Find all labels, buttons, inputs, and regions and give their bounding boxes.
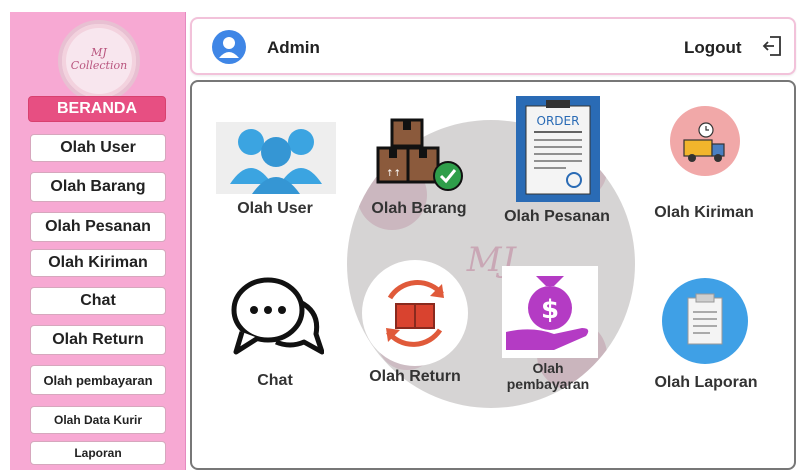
sidebar-item-olah-pesanan[interactable]: Olah Pesanan [30,212,166,242]
sidebar-item-olah-pembayaran[interactable]: Olah pembayaran [30,365,166,395]
report-clipboard-icon [662,278,748,364]
return-box-icon [362,260,468,366]
svg-text:$: $ [541,295,559,325]
logout-icon[interactable] [762,35,782,57]
tile-label: Olah Barang [371,200,467,217]
logout-button[interactable]: Logout [684,38,742,58]
tile-label: Olah Pesanan [504,208,610,225]
sidebar-item-olah-data-kurir[interactable]: Olah Data Kurir [30,406,166,434]
tile-chat[interactable]: Chat [220,272,330,396]
sidebar-item-laporan[interactable]: Laporan [30,441,166,465]
tile-label: Olah [532,360,564,376]
tile-label: Olah Return [369,368,461,385]
logo-text: MJ Collection [70,46,128,72]
boxes-check-icon: ↑↑ [376,118,463,191]
tile-label: Olah Laporan [654,374,758,391]
tile-label: Olah Kiriman [654,204,754,221]
admin-name: Admin [267,38,320,57]
tile-olah-pesanan[interactable]: ORDER Olah Pesanan [492,96,622,228]
chat-bubbles-icon [231,277,324,355]
user-avatar-icon[interactable] [212,30,246,64]
delivery-truck-icon [670,106,740,176]
sidebar-item-olah-kiriman[interactable]: Olah Kiriman [30,249,166,277]
tile-olah-kiriman[interactable]: Olah Kiriman [640,106,768,224]
tile-olah-user[interactable]: Olah User [214,120,336,220]
money-hand-icon: $ [502,266,598,358]
tile-label: Olah User [237,200,313,217]
users-icon [216,122,336,194]
sidebar-item-olah-return[interactable]: Olah Return [30,325,166,355]
svg-text:↑↑: ↑↑ [386,169,401,179]
tile-olah-pembayaran[interactable]: $ Olah pembayaran [492,266,604,396]
tile-olah-laporan[interactable]: Olah Laporan [644,278,768,396]
tile-olah-return[interactable]: Olah Return [352,260,478,390]
tile-label: Chat [257,372,293,389]
svg-text:ORDER: ORDER [537,114,580,128]
sidebar-item-beranda[interactable]: BERANDA [28,96,166,122]
sidebar-item-chat[interactable]: Chat [30,287,166,315]
dashboard-panel: MJ Olah User ↑↑ Olah Barang ORDER Olah P… [190,80,796,470]
sidebar: MJ Collection BERANDA Olah User Olah Bar… [10,12,186,470]
tile-label-line2: pembayaran [506,376,590,392]
tile-olah-barang[interactable]: ↑↑ Olah Barang [360,112,478,222]
sidebar-item-olah-barang[interactable]: Olah Barang [30,172,166,202]
top-bar: Admin Logout [190,17,796,75]
sidebar-item-olah-user[interactable]: Olah User [30,134,166,162]
order-clipboard-icon: ORDER [516,96,600,202]
brand-logo: MJ Collection [58,20,140,102]
